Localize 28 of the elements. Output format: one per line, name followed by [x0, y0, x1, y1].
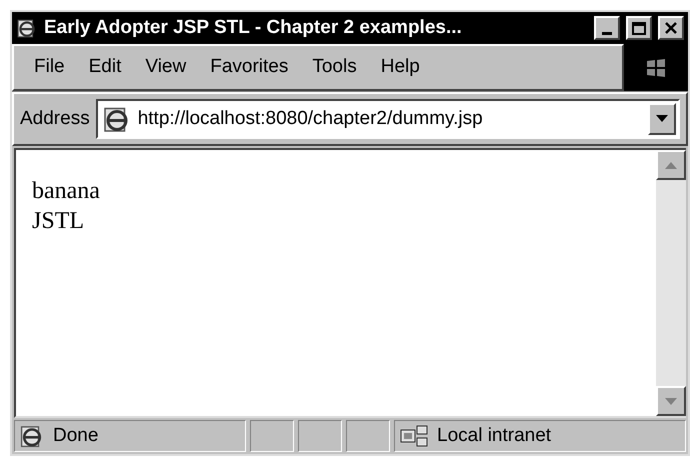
close-icon: [664, 21, 678, 35]
menu-item[interactable]: Tools: [302, 53, 367, 82]
menu-item[interactable]: View: [135, 53, 196, 82]
page-text: JSTL: [32, 207, 86, 236]
menu-item[interactable]: Edit: [78, 53, 132, 82]
window-title: Early Adopter JSP STL - Chapter 2 examples...: [44, 16, 463, 40]
caret-icon: [656, 115, 668, 123]
status-pane: [298, 420, 342, 452]
zone-text: Local intranet: [437, 424, 552, 448]
scroll-down-button[interactable]: [656, 386, 686, 416]
page-text: banana: [32, 177, 101, 206]
menu-item[interactable]: File: [24, 53, 75, 82]
address-label: Address: [20, 106, 90, 131]
down-arrow-icon: [665, 398, 677, 404]
menu-item[interactable]: Help: [370, 53, 430, 82]
address-field[interactable]: http://localhost:8080/chapter2/dummy.jsp: [96, 99, 680, 139]
maximize-button[interactable]: [626, 16, 652, 40]
status-pane: [250, 420, 294, 452]
menu-item[interactable]: Favorites: [200, 53, 298, 82]
address-value: http://localhost:8080/chapter2/dummy.jsp: [138, 106, 484, 131]
minimize-button[interactable]: [594, 16, 620, 40]
scrollbar[interactable]: [656, 150, 686, 416]
scroll-up-button[interactable]: [656, 150, 686, 180]
close-button[interactable]: [658, 16, 684, 40]
dropdown-button[interactable]: [648, 103, 676, 135]
up-arrow-icon: [665, 162, 677, 168]
status-text: Done: [53, 424, 98, 448]
status-pane: [346, 420, 390, 452]
